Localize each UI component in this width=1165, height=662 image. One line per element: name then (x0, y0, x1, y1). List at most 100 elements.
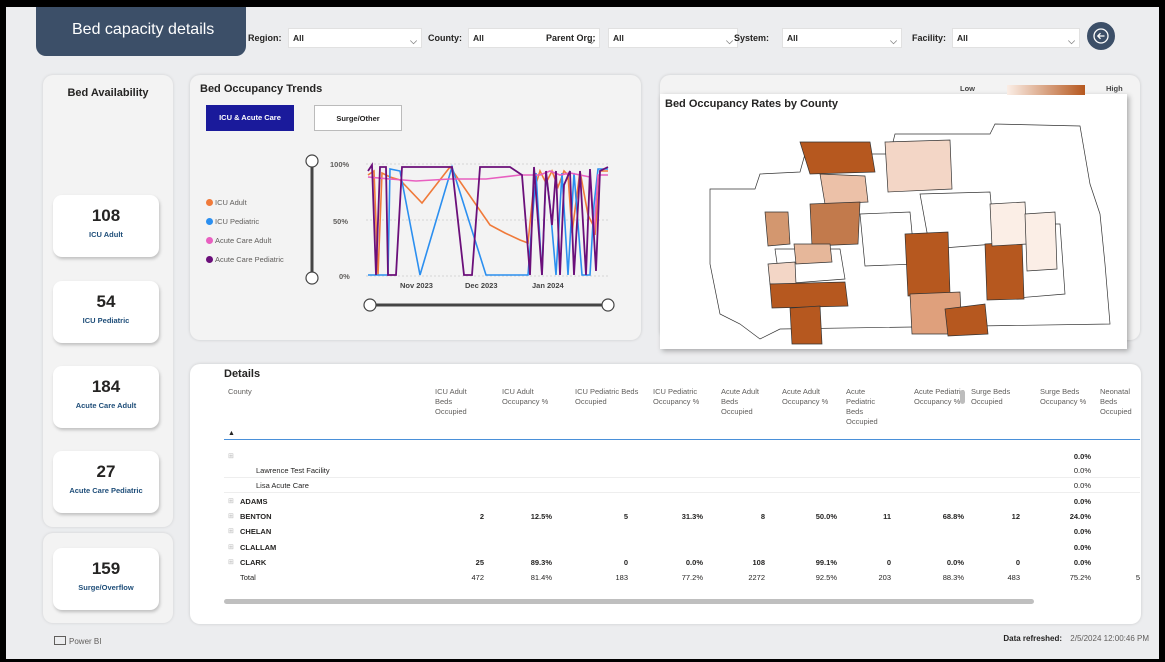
total-cell: 472 (471, 573, 484, 582)
total-cell: 2272 (748, 573, 765, 582)
acute-care-pediatric-card: 27 Acute Care Pediatric (53, 451, 159, 513)
table-cell: 31.3% (681, 512, 703, 521)
county-region[interactable] (769, 281, 849, 309)
chevron-down-icon: ⌵ (890, 36, 897, 46)
y-range-slider-handle[interactable] (305, 154, 319, 168)
table-row[interactable]: ⊞ BENTON 2 12.5% 5 31.3% 8 50.0% 11 68.8% 12 24.0% (224, 510, 1140, 524)
x-range-slider-handle[interactable] (363, 298, 377, 312)
x-range-slider-handle[interactable] (601, 298, 615, 312)
card-value: 108 (91, 206, 121, 225)
table-row[interactable]: Lisa Acute Care 0.0% (224, 479, 1140, 493)
table-cell: 0.0% (946, 558, 964, 567)
table-cell: 0.0% (1073, 466, 1091, 475)
county-map-card: Bed Occupancy Rates by County (660, 94, 1127, 349)
table-cell: 25 (475, 558, 484, 567)
table-row[interactable]: ⊞ CLARK 25 89.3% 0 0.0% 108 99.1% 0 0.0% 0 0.0% (224, 556, 1140, 570)
county-region[interactable] (904, 231, 951, 297)
total-cell: 92.5% (815, 573, 837, 582)
card-value: 54 (96, 292, 116, 311)
county-region[interactable] (793, 243, 833, 265)
back-button[interactable] (1087, 22, 1115, 50)
table-cell: 5 (623, 512, 628, 521)
total-cell: 77.2% (681, 573, 703, 582)
vertical-scrollbar[interactable] (960, 390, 965, 404)
expand-icon[interactable]: ⊞ (228, 558, 234, 566)
table-row[interactable]: ⊞ CLALLAM 0.0% (224, 541, 1140, 555)
table-cell: 0 (1015, 558, 1020, 567)
county-region[interactable] (819, 173, 869, 205)
table-cell: 108 (752, 558, 765, 567)
table-cell: 11 (883, 512, 891, 521)
system-value: All (787, 33, 798, 43)
column-header[interactable]: Neonatal Beds Occupied (1100, 387, 1140, 417)
county-region[interactable] (944, 303, 989, 337)
table-row[interactable]: ⊞ 0.0% (224, 450, 1140, 464)
county-region[interactable] (1024, 211, 1058, 272)
total-cell: 75.2% (1069, 573, 1091, 582)
map-legend-low: Low (960, 84, 975, 93)
facility-select[interactable]: All ⌵ (952, 28, 1080, 48)
expand-icon[interactable]: ⊞ (228, 527, 234, 535)
details-panel: Details County ICU Adult Beds Occupied I… (190, 364, 1141, 624)
region-filter-label: Region: (248, 33, 282, 43)
column-header[interactable]: Surge Beds Occupied (971, 387, 1017, 407)
power-bi-brand[interactable]: Power BI (54, 636, 101, 646)
county-choropleth-map[interactable] (660, 94, 1127, 349)
card-label: Surge/Overflow (78, 583, 134, 592)
trend-chart: 100% 50% 0% Nov 2023 Dec 2023 Jan 2024 (305, 154, 615, 312)
column-header[interactable]: ICU Pediatric Beds Occupied (575, 387, 645, 407)
table-cell: 8 (760, 512, 765, 521)
system-select[interactable]: All ⌵ (782, 28, 902, 48)
chevron-down-icon: ⌵ (1068, 36, 1075, 46)
table-cell: 0.0% (1073, 558, 1091, 567)
sort-ascending-icon[interactable]: ▲ (228, 430, 235, 437)
table-row[interactable]: Lawrence Test Facility 0.0% (224, 464, 1140, 478)
county-region[interactable] (764, 211, 791, 247)
county-region[interactable] (767, 261, 797, 285)
refreshed-value: 2/5/2024 12:00:46 PM (1070, 634, 1149, 643)
table-cell: 0 (886, 558, 891, 567)
table-row[interactable]: ⊞ ADAMS 0.0% (224, 495, 1140, 509)
column-header-county[interactable]: County (228, 387, 252, 397)
column-header[interactable]: Surge Beds Occupancy % (1040, 387, 1090, 407)
table-cell: 0.0% (1073, 481, 1091, 490)
county-region[interactable] (984, 241, 1025, 301)
power-bi-label: Power BI (69, 637, 102, 646)
table-row[interactable]: ⊞ CHELAN 0.0% (224, 525, 1140, 539)
county-region[interactable] (989, 201, 1028, 247)
county-region[interactable] (789, 305, 823, 345)
region-filter[interactable]: Region: All ⌵ (248, 28, 423, 48)
column-header[interactable]: Acute Adult Beds Occupied (721, 387, 771, 417)
column-header[interactable]: ICU Adult Occupancy % (502, 387, 552, 407)
table-cell: 68.8% (942, 512, 964, 521)
expand-icon[interactable]: ⊞ (228, 497, 234, 505)
horizontal-scrollbar[interactable] (224, 599, 1034, 604)
county-value: All (473, 33, 484, 43)
row-county: ADAMS (240, 497, 268, 506)
total-label: Total (240, 573, 256, 582)
column-header[interactable]: Acute Pediatric Beds Occupied (846, 387, 892, 427)
table-cell: 0.0% (685, 558, 703, 567)
column-header[interactable]: Acute Adult Occupancy % (782, 387, 840, 407)
expand-icon[interactable]: ⊞ (228, 543, 234, 551)
system-filter[interactable]: System: All ⌵ (734, 28, 904, 48)
column-header[interactable]: ICU Pediatric Occupancy % (653, 387, 711, 407)
region-select[interactable]: All ⌵ (288, 28, 422, 48)
county-region[interactable] (884, 139, 953, 193)
icu-pediatric-card: 54 ICU Pediatric (53, 281, 159, 343)
acute-care-adult-card: 184 Acute Care Adult (53, 366, 159, 428)
y-range-slider-handle[interactable] (305, 271, 319, 285)
expand-icon[interactable]: ⊞ (228, 512, 234, 520)
table-cell: 89.3% (530, 558, 552, 567)
parent-org-select[interactable]: All ⌵ (608, 28, 738, 48)
table-cell: 12.5% (530, 512, 552, 521)
facility-filter[interactable]: Facility: All ⌵ (912, 28, 1080, 48)
county-region[interactable] (809, 201, 861, 247)
expand-icon[interactable]: ⊞ (228, 452, 234, 460)
table-cell: 24.0% (1069, 512, 1091, 521)
county-region[interactable] (799, 141, 876, 175)
parent-org-filter[interactable]: Parent Org: All ⌵ (546, 28, 738, 48)
chevron-down-icon: ⌵ (726, 36, 733, 46)
table-cell: 0 (623, 558, 628, 567)
column-header[interactable]: ICU Adult Beds Occupied (435, 387, 485, 417)
